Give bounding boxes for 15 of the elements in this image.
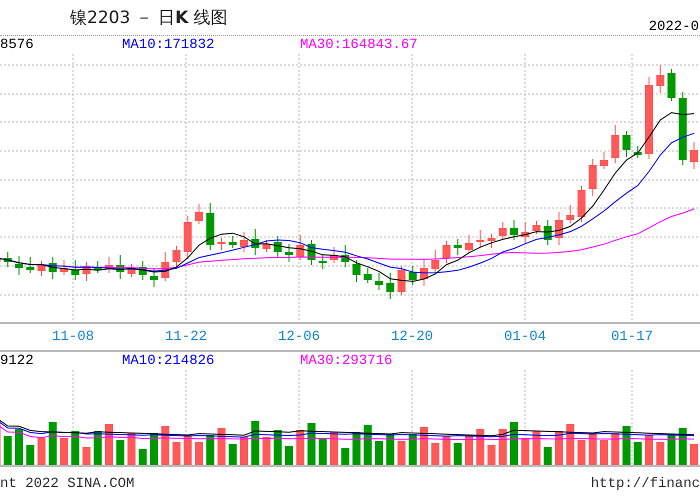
legend-text: MA30:164843.67	[300, 37, 419, 53]
axis-label: 01-17	[611, 329, 653, 345]
axis-label: 01-04	[504, 329, 546, 345]
date-text: 2022-0	[648, 19, 699, 35]
axis-label: 11-08	[52, 329, 94, 345]
axis-label: 12-06	[278, 329, 320, 345]
copyright-text: nt 2022 SINA.COM	[0, 476, 134, 492]
legend-text: 8576	[0, 37, 35, 53]
legend-text: MA30:293716	[300, 353, 394, 369]
legend-text: MA10:214826	[122, 353, 216, 369]
axis-label: 12-20	[391, 329, 433, 345]
axis-label: 11-22	[165, 329, 207, 345]
legend-text: 9122	[0, 353, 35, 369]
url-text: http://financ	[590, 476, 700, 492]
legend-text: MA10:171832	[122, 37, 216, 53]
